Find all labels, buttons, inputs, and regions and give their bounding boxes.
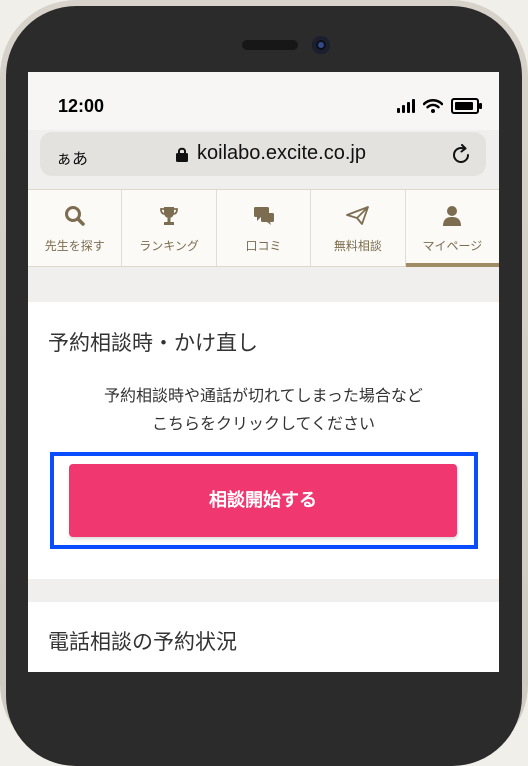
description-line: 予約相談時や通話が切れてしまった場合など xyxy=(104,386,423,405)
tab-label: マイページ xyxy=(422,239,483,253)
signal-icon xyxy=(397,99,415,113)
battery-icon xyxy=(451,98,482,114)
status-bar: 12:00 xyxy=(28,72,499,130)
address-bar[interactable]: ぁあ koilabo.excite.co.jp xyxy=(40,132,486,176)
text-size-button[interactable]: ぁあ xyxy=(56,145,88,169)
reload-icon[interactable] xyxy=(450,144,472,166)
lock-icon xyxy=(176,147,188,162)
phone-reservation-card: 電話相談の予約状況 xyxy=(28,602,499,672)
section-title: 予約相談時・かけ直し xyxy=(48,331,258,355)
wifi-icon xyxy=(423,99,443,113)
tab-label: ランキング xyxy=(139,239,199,253)
url-text[interactable]: koilabo.excite.co.jp xyxy=(197,142,366,165)
status-time: 12:00 xyxy=(58,96,105,116)
user-icon xyxy=(443,206,462,226)
tab-search-teacher[interactable]: 先生を探す xyxy=(28,190,123,266)
start-consultation-button[interactable]: 相談開始する xyxy=(69,464,457,537)
trophy-icon xyxy=(160,207,179,225)
description: 予約相談時や通話が切れてしまった場合など こちらをクリックしてください xyxy=(28,382,499,438)
tab-label: 口コミ xyxy=(245,239,282,253)
speaker-grille xyxy=(242,40,298,50)
reservation-card: 予約相談時・かけ直し 予約相談時や通話が切れてしまった場合など こちらをクリック… xyxy=(28,302,499,579)
nav-tabs: 先生を探す ランキング 口コミ 無料相談 マイページ xyxy=(28,189,499,267)
tab-mypage[interactable]: マイページ xyxy=(405,190,499,267)
tab-label: 先生を探す xyxy=(44,239,105,253)
tab-reviews[interactable]: 口コミ xyxy=(217,190,312,266)
tab-free-consultation[interactable]: 無料相談 xyxy=(311,190,406,266)
tab-label: 無料相談 xyxy=(333,239,382,253)
tab-ranking[interactable]: ランキング xyxy=(122,190,217,266)
section-title: 電話相談の予約状況 xyxy=(48,630,237,654)
paper-plane-icon xyxy=(346,206,369,225)
description-line: こちらをクリックしてください xyxy=(151,414,376,433)
search-icon xyxy=(64,206,85,226)
front-camera xyxy=(312,36,330,54)
status-icons xyxy=(397,96,482,116)
phone-screen: 12:00 ぁあ koilabo.excite.co.jp 先生を探す ランキン… xyxy=(28,72,499,672)
chat-icon xyxy=(253,207,274,225)
